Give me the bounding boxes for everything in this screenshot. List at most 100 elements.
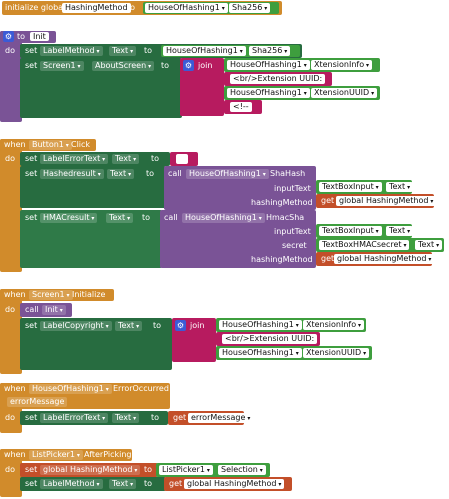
set-hashedresult-block[interactable]: set Hashedresult Text to [20,166,166,208]
screen1-initialize-event-block[interactable] [0,289,22,374]
component-property-getter[interactable]: TextBoxInput Text [316,224,414,238]
text-value[interactable]: <br/>Extension UUID: [230,74,326,84]
component-property-getter[interactable]: TextBoxInput Text [316,180,414,194]
component-dropdown[interactable]: LabelCopyright [40,321,112,331]
component-dropdown[interactable]: TextBoxInput [319,226,382,236]
variable-dropdown[interactable]: global HashingMethod [334,254,435,264]
text-block[interactable]: <!-- [224,100,262,114]
do-label: do [5,413,15,422]
get-variable-block[interactable]: get global HashingMethod [316,194,437,208]
component-dropdown[interactable]: HouseOfHashing1 [219,320,302,330]
component-dropdown[interactable]: HouseOfHashing1 [182,213,265,223]
property-dropdown[interactable]: XtensionInfo [311,60,373,70]
component-property-getter[interactable]: HouseOfHashing1 XtensionInfo [216,318,366,332]
get-variable-block[interactable]: get errorMessage [168,411,254,425]
set-global-variable-block[interactable]: set global HashingMethod to [20,463,158,477]
component-dropdown[interactable]: HouseOfHashing1 [227,88,310,98]
component-property-getter[interactable]: HouseOfHashing1 Sha256 [161,45,300,57]
component-dropdown[interactable]: HouseOfHashing1 [219,348,302,358]
property-dropdown[interactable]: Text [386,226,414,236]
to-label: to [144,479,153,488]
text-block[interactable]: <br/>Extension UUID: [216,332,320,346]
variable-dropdown[interactable]: global HashingMethod [184,479,285,489]
component-dropdown[interactable]: LabelMethod [40,479,103,489]
call-shahash-block[interactable]: call HouseOfHashing1 ShaHash inputText h… [164,166,316,210]
set-labelcopyright-block[interactable]: set LabelCopyright Text to [20,318,172,370]
when-label: when [4,384,26,393]
property-dropdown[interactable]: Selection [218,465,266,475]
text-value[interactable]: <!-- [230,102,252,112]
property-dropdown[interactable]: Text [109,479,137,489]
event-name: Click [71,140,91,149]
procedure-name[interactable]: Init [30,32,49,41]
property-dropdown[interactable]: Sha256 [249,46,291,56]
text-block[interactable]: <br/>Extension UUID: [224,72,332,86]
component-property-getter[interactable]: HouseOfHashing1 XtensionUUID [216,346,372,360]
procedure-init-block[interactable] [0,31,22,122]
component-dropdown[interactable]: HouseOfHashing1 [145,3,228,13]
set-screen1-aboutscreen-block[interactable]: set Screen1 AboutScreen to [20,58,182,118]
call-init-block[interactable]: call Init [20,303,72,317]
get-variable-block[interactable]: get global HashingMethod [316,252,435,266]
global-variable-name[interactable]: HashingMethod [62,3,131,13]
property-dropdown[interactable]: Text [107,169,135,179]
property-dropdown[interactable]: XtensionUUID [311,88,378,98]
text-value[interactable]: <br/>Extension UUID: [222,334,318,344]
set-labelmethod-block[interactable]: set LabelMethod Text to HouseOfHashing1 … [20,44,302,58]
component-dropdown[interactable]: LabelErrorText [40,413,109,423]
to-label: to [144,46,153,55]
set-labelerrortext-block[interactable]: set LabelErrorText Text to [20,411,168,425]
property-dropdown[interactable]: XtensionUUID [303,348,370,358]
set-hmacresult-block[interactable]: set HMACresult Text to [20,210,162,268]
component-dropdown[interactable]: ListPicker1 [29,450,83,460]
gear-icon[interactable]: ⚙ [183,60,194,71]
component-dropdown[interactable]: HouseOfHashing1 [163,46,246,56]
set-labelerrortext-block[interactable]: set LabelErrorText Text to [20,152,170,166]
component-dropdown[interactable]: TextBoxHMACsecret [319,240,410,250]
gear-icon[interactable]: ⚙ [3,31,14,42]
property-dropdown[interactable]: XtensionInfo [303,320,365,330]
gear-icon[interactable]: ⚙ [175,320,186,331]
set-labelmethod-block[interactable]: set LabelMethod Text to [20,477,166,491]
component-dropdown[interactable]: Screen1 [40,61,84,71]
component-dropdown[interactable]: LabelErrorText [40,154,109,164]
text-value[interactable] [176,154,188,164]
component-dropdown[interactable]: Hashedresult [40,169,104,179]
property-dropdown[interactable]: Text [415,240,443,250]
component-dropdown[interactable]: HMACresult [40,213,98,223]
variable-dropdown[interactable]: global HashingMethod [40,465,141,475]
get-variable-block[interactable]: get global HashingMethod [164,477,292,491]
component-dropdown[interactable]: HouseOfHashing1 [186,169,269,179]
global-variable-block[interactable]: initialize global HashingMethod to House… [2,1,282,15]
property-dropdown[interactable]: AboutScreen [92,61,155,71]
text-block[interactable] [170,152,198,166]
variable-dropdown[interactable]: global HashingMethod [336,196,437,206]
procedure-dropdown[interactable]: Init [42,305,66,315]
component-dropdown[interactable]: TextBoxInput [319,182,382,192]
event-parameter[interactable]: errorMessage [7,397,68,407]
component-property-getter[interactable]: HouseOfHashing1 Sha256 [143,2,279,14]
component-dropdown[interactable]: HouseOfHashing1 [29,384,112,394]
property-dropdown[interactable]: Text [106,213,134,223]
component-dropdown[interactable]: Screen1 [29,290,73,300]
to-label: to [151,413,160,422]
component-property-getter[interactable]: HouseOfHashing1 XtensionUUID [224,86,380,100]
property-dropdown[interactable]: Sha256 [229,3,271,13]
property-dropdown[interactable]: Text [112,413,140,423]
property-dropdown[interactable]: Text [109,46,137,56]
component-property-getter[interactable]: TextBoxHMACsecret Text [316,238,444,252]
component-dropdown[interactable]: LabelMethod [40,46,103,56]
property-dropdown[interactable]: Text [386,182,414,192]
variable-dropdown[interactable]: errorMessage [188,413,254,423]
to-label: to [144,465,153,474]
component-property-getter[interactable]: ListPicker1 Selection [156,463,270,477]
call-hmacsha-block[interactable]: call HouseOfHashing1 HmacSha inputText s… [160,210,316,268]
property-dropdown[interactable]: Text [115,321,143,331]
property-dropdown[interactable]: Text [112,154,140,164]
component-dropdown[interactable]: Button1 [29,140,72,150]
join-block[interactable]: ⚙ join [180,58,224,116]
component-dropdown[interactable]: HouseOfHashing1 [227,60,310,70]
join-block[interactable]: ⚙ join [172,318,216,362]
component-dropdown[interactable]: ListPicker1 [159,465,213,475]
component-property-getter[interactable]: HouseOfHashing1 XtensionInfo [224,58,380,72]
